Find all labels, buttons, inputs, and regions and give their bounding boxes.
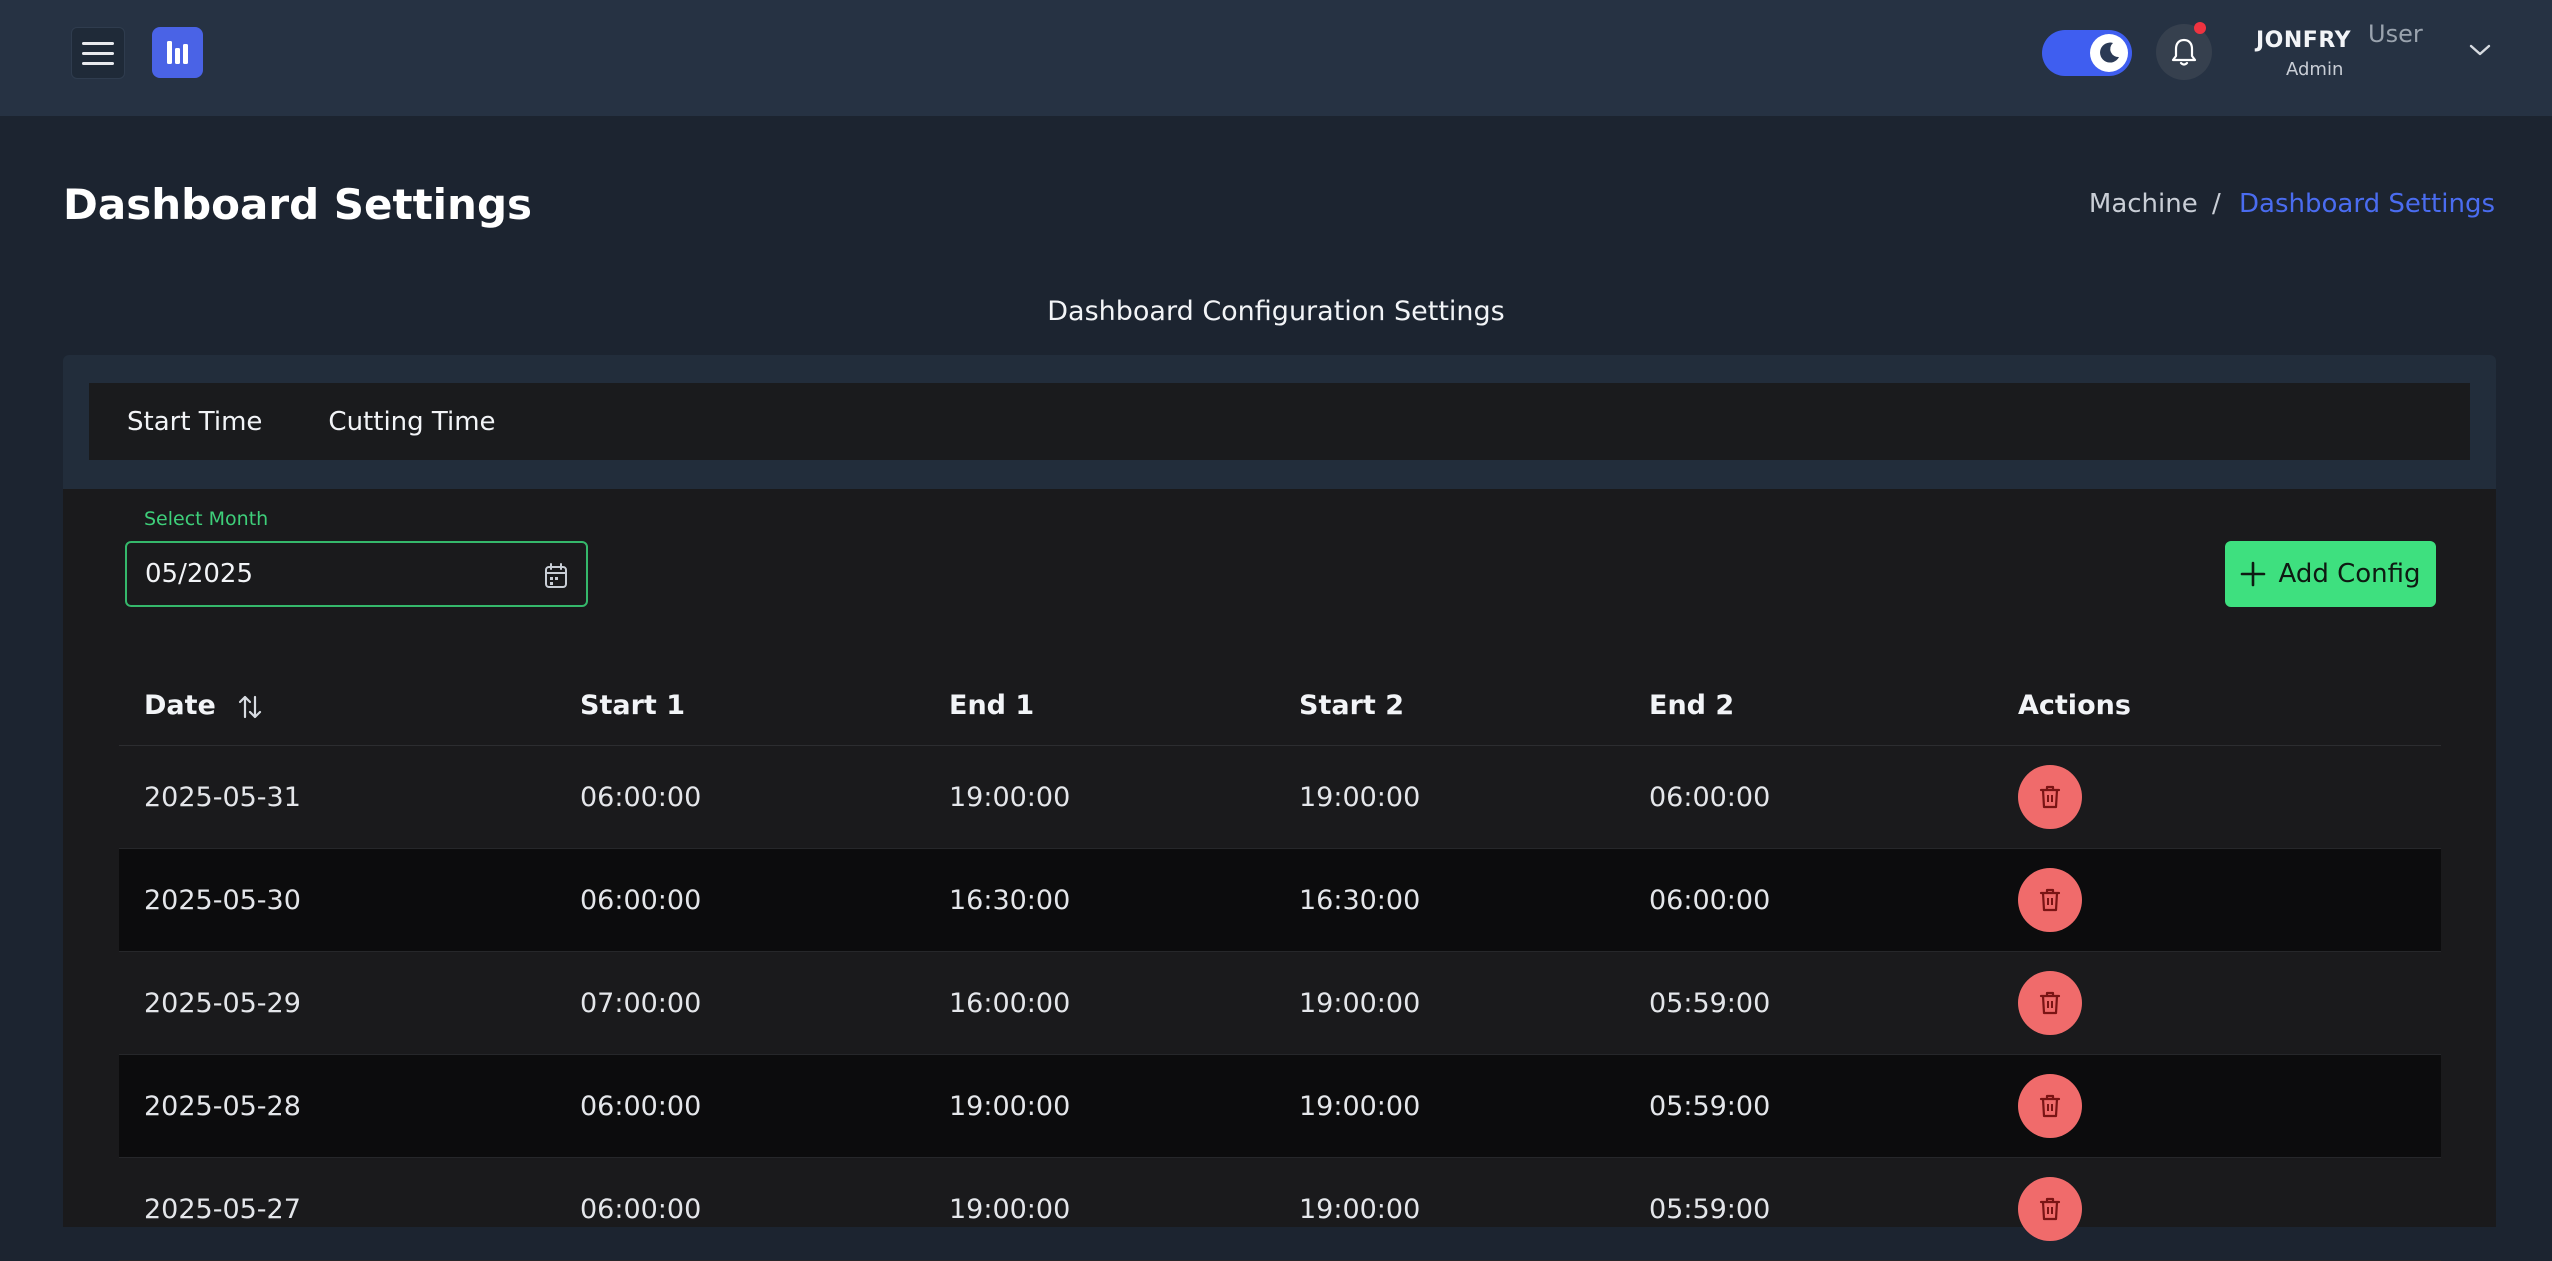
menu-button[interactable] <box>71 27 125 79</box>
cell-start2: 19:00:00 <box>1299 1091 1421 1122</box>
cell-end2: 05:59:00 <box>1649 1194 1771 1225</box>
cell-end1: 19:00:00 <box>949 1194 1071 1225</box>
cell-start2: 19:00:00 <box>1299 1194 1421 1225</box>
cell-date: 2025-05-31 <box>144 782 301 813</box>
calendar-icon[interactable] <box>544 563 568 589</box>
cell-start1: 06:00:00 <box>580 1194 702 1225</box>
bar-chart-logo-icon <box>167 41 188 64</box>
cell-date: 2025-05-28 <box>144 1091 301 1122</box>
month-picker-value: 05/2025 <box>145 559 254 589</box>
cell-start1: 06:00:00 <box>580 1091 702 1122</box>
user-label[interactable]: User <box>2368 20 2423 48</box>
cell-start1: 07:00:00 <box>580 988 702 1019</box>
theme-toggle[interactable] <box>2042 30 2132 76</box>
top-bar: JONFRY Admin User <box>0 0 2552 116</box>
table-row: 2025-05-31 06:00:00 19:00:00 19:00:00 06… <box>119 746 2441 849</box>
column-header-actions: Actions <box>2018 690 2131 721</box>
table-row: 2025-05-28 06:00:00 19:00:00 19:00:00 05… <box>119 1055 2441 1158</box>
breadcrumb-separator: / <box>2212 189 2221 219</box>
cell-end1: 16:30:00 <box>949 885 1071 916</box>
cell-end1: 16:00:00 <box>949 988 1071 1019</box>
month-picker-input[interactable]: 05/2025 <box>125 541 588 607</box>
breadcrumb: Machine / Dashboard Settings <box>2089 189 2495 219</box>
hamburger-icon <box>82 41 114 45</box>
trash-icon <box>2039 991 2061 1015</box>
delete-button[interactable] <box>2018 765 2082 829</box>
add-config-label: Add Config <box>2278 559 2421 589</box>
cell-end1: 19:00:00 <box>949 1091 1071 1122</box>
cell-start1: 06:00:00 <box>580 885 702 916</box>
user-name[interactable]: JONFRY <box>2256 28 2351 53</box>
table-header: Date Start 1 End 1 Start 2 End 2 Actions <box>119 676 2441 746</box>
tab-start-time[interactable]: Start Time <box>127 407 262 437</box>
cell-end2: 06:00:00 <box>1649 782 1771 813</box>
delete-button[interactable] <box>2018 971 2082 1035</box>
cell-start2: 16:30:00 <box>1299 885 1421 916</box>
config-table: Date Start 1 End 1 Start 2 End 2 Actions… <box>119 676 2441 1261</box>
cell-start2: 19:00:00 <box>1299 782 1421 813</box>
trash-icon <box>2039 785 2061 809</box>
delete-button[interactable] <box>2018 1074 2082 1138</box>
select-month-label: Select Month <box>144 508 269 530</box>
cell-date: 2025-05-30 <box>144 885 301 916</box>
table-row: 2025-05-29 07:00:00 16:00:00 19:00:00 05… <box>119 952 2441 1055</box>
theme-toggle-knob <box>2090 34 2128 72</box>
tab-bar: Start Time Cutting Time <box>89 383 2470 460</box>
column-header-end2: End 2 <box>1649 690 1735 721</box>
notifications-button[interactable] <box>2156 22 2212 80</box>
bell-icon <box>2171 38 2197 66</box>
notification-badge <box>2194 22 2206 34</box>
column-header-start2: Start 2 <box>1299 690 1404 721</box>
cell-date: 2025-05-29 <box>144 988 301 1019</box>
column-header-end1: End 1 <box>949 690 1035 721</box>
add-config-button[interactable]: Add Config <box>2225 541 2436 607</box>
cell-end2: 05:59:00 <box>1649 1091 1771 1122</box>
chevron-down-icon[interactable] <box>2468 42 2492 58</box>
column-header-start1: Start 1 <box>580 690 685 721</box>
app-logo[interactable] <box>152 27 203 78</box>
cell-date: 2025-05-27 <box>144 1194 301 1225</box>
plus-icon <box>2241 561 2266 587</box>
tab-cutting-time[interactable]: Cutting Time <box>328 407 495 437</box>
delete-button[interactable] <box>2018 1177 2082 1241</box>
user-role: Admin <box>2286 59 2344 80</box>
trash-icon <box>2039 888 2061 912</box>
moon-icon <box>2100 42 2119 63</box>
cell-start1: 06:00:00 <box>580 782 702 813</box>
breadcrumb-item-current: Dashboard Settings <box>2239 189 2495 219</box>
column-header-date[interactable]: Date <box>144 690 263 721</box>
table-row: 2025-05-30 06:00:00 16:30:00 16:30:00 06… <box>119 849 2441 952</box>
cell-end2: 06:00:00 <box>1649 885 1771 916</box>
page-title: Dashboard Settings <box>63 180 533 229</box>
cell-end2: 05:59:00 <box>1649 988 1771 1019</box>
table-row: 2025-05-27 06:00:00 19:00:00 19:00:00 05… <box>119 1158 2441 1261</box>
delete-button[interactable] <box>2018 868 2082 932</box>
cell-start2: 19:00:00 <box>1299 988 1421 1019</box>
section-title: Dashboard Configuration Settings <box>1047 296 1505 327</box>
trash-icon <box>2039 1094 2061 1118</box>
trash-icon <box>2039 1197 2061 1221</box>
cell-end1: 19:00:00 <box>949 782 1071 813</box>
sort-arrows-icon[interactable] <box>237 693 263 721</box>
breadcrumb-item-machine[interactable]: Machine <box>2089 189 2198 219</box>
